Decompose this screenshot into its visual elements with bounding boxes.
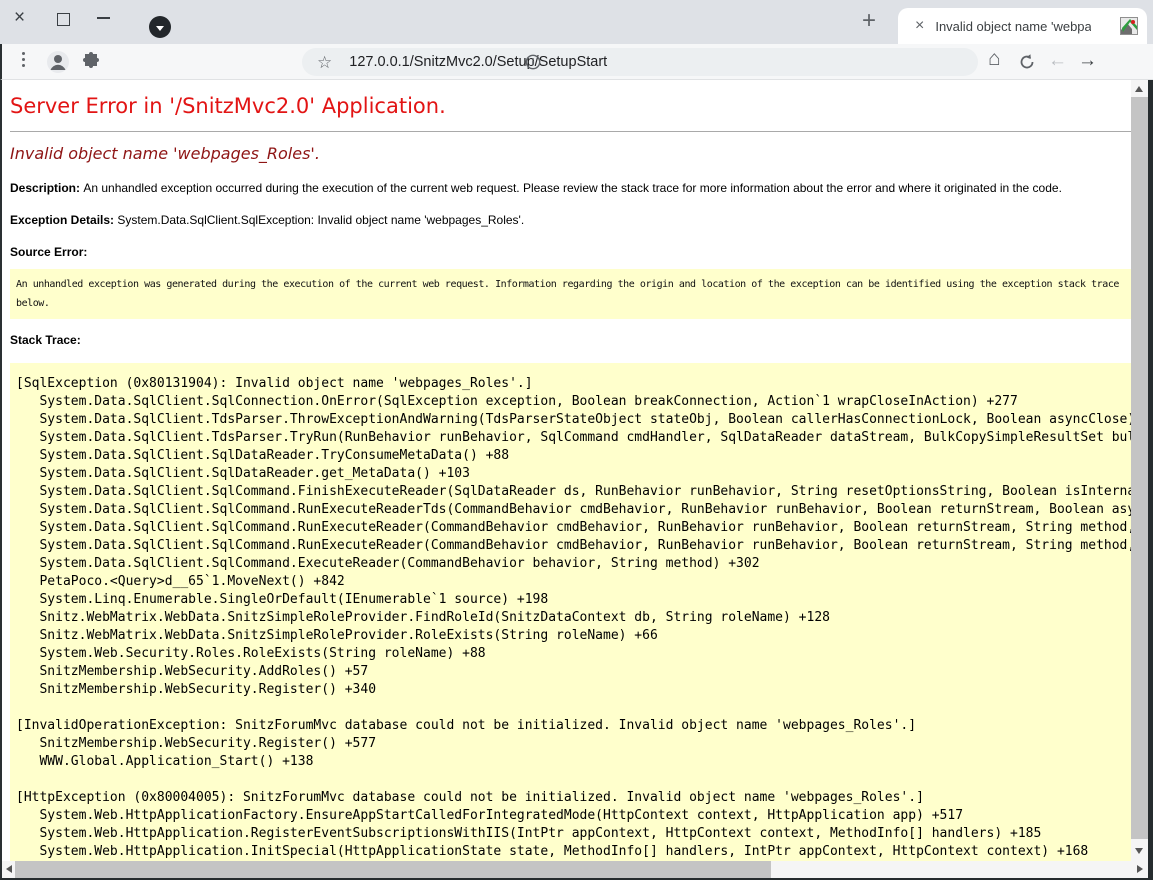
window-edge (1148, 80, 1153, 878)
tab-close-icon[interactable]: × (915, 18, 924, 34)
vertical-scrollbar-thumb[interactable] (1131, 97, 1148, 839)
scroll-down-arrow-icon[interactable] (1135, 848, 1143, 854)
stack-trace-box: [SqlException (0x80131904): Invalid obje… (10, 363, 1131, 880)
window-minimize-icon[interactable] (97, 17, 110, 19)
scroll-left-arrow-icon[interactable] (6, 865, 12, 873)
window-close-icon[interactable]: × (14, 8, 25, 27)
profile-avatar-icon[interactable] (46, 50, 70, 79)
stack-trace-label: Stack Trace: (10, 333, 1131, 347)
horizontal-scrollbar[interactable] (2, 861, 1148, 878)
tab-strip: × + × Invalid object name 'webpages_R (0, 0, 1153, 44)
home-icon[interactable]: ⌂ (988, 49, 1001, 69)
tab-title-fade (1093, 14, 1115, 38)
page-info-icon[interactable] (525, 54, 541, 75)
description-text: An unhandled exception occurred during t… (83, 181, 1062, 195)
browser-window: × + × Invalid object name 'webpages_R (0, 0, 1153, 880)
scroll-up-arrow-icon[interactable] (1135, 86, 1143, 92)
exception-details-text: System.Data.SqlClient.SqlException: Inva… (117, 213, 524, 227)
exception-details-line: Exception Details: System.Data.SqlClient… (10, 213, 1131, 227)
error-page: Server Error in '/SnitzMvc2.0' Applicati… (2, 80, 1131, 880)
source-error-label-line: Source Error: (10, 245, 1131, 259)
source-error-label: Source Error: (10, 245, 87, 259)
scroll-right-arrow-icon[interactable] (1137, 865, 1143, 873)
page-subtitle: Invalid object name 'webpages_Roles'. (10, 144, 1131, 163)
vertical-scrollbar[interactable] (1131, 80, 1148, 861)
extensions-puzzle-icon[interactable] (81, 52, 101, 77)
url-text[interactable]: 127.0.0.1/SnitzMvc2.0/Setup/SetupStart (349, 54, 607, 70)
tab-favicon-icon (1120, 17, 1138, 35)
page-viewport: Server Error in '/SnitzMvc2.0' Applicati… (0, 80, 1153, 880)
page-title: Server Error in '/SnitzMvc2.0' Applicati… (10, 94, 1131, 118)
menu-kebab-icon[interactable] (22, 52, 25, 70)
forward-icon[interactable]: → (1078, 51, 1097, 71)
horizontal-scrollbar-thumb[interactable] (15, 861, 771, 878)
tab-title: Invalid object name 'webpages_R (935, 19, 1091, 34)
browser-toolbar: ☆ 127.0.0.1/SnitzMvc2.0/Setup/SetupStart… (0, 44, 1153, 80)
bookmark-star-icon[interactable]: ☆ (317, 54, 332, 71)
description-label: Description: (10, 181, 83, 195)
source-error-box: An unhandled exception was generated dur… (10, 269, 1131, 319)
new-tab-button[interactable]: + (862, 7, 876, 35)
reload-icon[interactable] (1018, 53, 1036, 76)
divider (10, 131, 1131, 132)
window-maximize-icon[interactable] (57, 13, 70, 26)
address-bar[interactable]: ☆ 127.0.0.1/SnitzMvc2.0/Setup/SetupStart (302, 48, 978, 76)
tab-search-icon[interactable] (149, 16, 171, 38)
exception-details-label: Exception Details: (10, 213, 117, 227)
browser-tab[interactable]: × Invalid object name 'webpages_R (898, 8, 1147, 44)
back-icon[interactable]: ← (1048, 51, 1067, 71)
description-line: Description: An unhandled exception occu… (10, 181, 1131, 195)
